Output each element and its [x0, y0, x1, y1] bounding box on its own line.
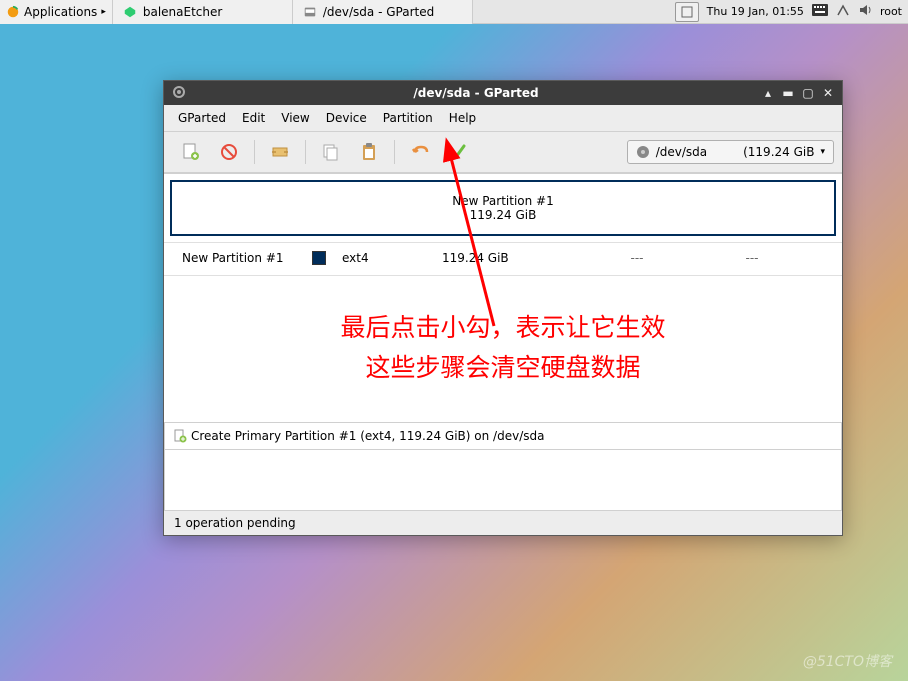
- gparted-task-icon: [303, 5, 317, 19]
- col-partition-name: New Partition #1: [182, 251, 312, 265]
- menu-device[interactable]: Device: [318, 109, 375, 127]
- forbidden-icon: [219, 142, 239, 162]
- gparted-window: /dev/sda - GParted ▴ ▬ ▢ ✕ GParted Edit …: [163, 80, 843, 536]
- chevron-right-icon: ▸: [101, 7, 106, 17]
- pending-operation[interactable]: Create Primary Partition #1 (ext4, 119.2…: [164, 422, 842, 450]
- orange-pi-icon: [6, 5, 20, 19]
- menu-partition[interactable]: Partition: [375, 109, 441, 127]
- disk-icon: [636, 145, 650, 159]
- menu-view[interactable]: View: [273, 109, 317, 127]
- taskbar-item-gparted[interactable]: /dev/sda - GParted: [293, 0, 473, 24]
- resize-button[interactable]: [261, 138, 299, 166]
- menubar: GParted Edit View Device Partition Help: [164, 105, 842, 132]
- annotation-line2: 这些步骤会清空硬盘数据: [164, 348, 842, 388]
- volume-icon[interactable]: [858, 3, 872, 20]
- new-icon: [181, 142, 201, 162]
- titlebar[interactable]: /dev/sda - GParted ▴ ▬ ▢ ✕: [164, 81, 842, 105]
- rollup-button[interactable]: ▴: [758, 83, 778, 103]
- device-selector[interactable]: /dev/sda (119.24 GiB ▾: [627, 140, 834, 164]
- delete-button[interactable]: [210, 138, 248, 166]
- content-area: 最后点击小勾，表示让它生效 这些步骤会清空硬盘数据: [164, 276, 842, 422]
- maximize-button[interactable]: ▢: [798, 83, 818, 103]
- menu-edit[interactable]: Edit: [234, 109, 273, 127]
- tray-icon-1[interactable]: [675, 2, 699, 22]
- col-free: ---: [702, 251, 802, 265]
- dropdown-arrow-icon: ▾: [820, 147, 825, 157]
- keyboard-icon[interactable]: [812, 4, 828, 19]
- device-size: (119.24 GiB: [743, 145, 814, 159]
- col-used: ---: [572, 251, 702, 265]
- add-op-icon: [173, 429, 187, 443]
- pending-op-text: Create Primary Partition #1 (ext4, 119.2…: [191, 429, 544, 443]
- network-icon[interactable]: [836, 3, 850, 20]
- taskbar-item-balena[interactable]: balenaEtcher: [113, 0, 293, 24]
- top-panel: Applications ▸ balenaEtcher /dev/sda - G…: [0, 0, 908, 24]
- pending-list-empty: [164, 450, 842, 510]
- new-partition-button[interactable]: [172, 138, 210, 166]
- applications-menu[interactable]: Applications ▸: [0, 0, 113, 24]
- minimize-button[interactable]: ▬: [778, 83, 798, 103]
- clock: Thu 19 Jan, 01:55: [707, 5, 804, 18]
- window-icon: [164, 85, 194, 102]
- applications-label: Applications: [24, 5, 97, 19]
- annotation-arrow-icon: [424, 136, 504, 336]
- watermark: @51CTO博客: [803, 651, 892, 671]
- taskbar-label: /dev/sda - GParted: [323, 5, 434, 19]
- menu-gparted[interactable]: GParted: [170, 109, 234, 127]
- close-button[interactable]: ✕: [818, 83, 838, 103]
- window-title: /dev/sda - GParted: [194, 86, 758, 100]
- resize-icon: [270, 142, 290, 162]
- copy-button[interactable]: [312, 138, 350, 166]
- paste-icon: [359, 142, 379, 162]
- menu-help[interactable]: Help: [441, 109, 484, 127]
- user-label[interactable]: root: [880, 5, 902, 18]
- paste-button[interactable]: [350, 138, 388, 166]
- device-name: /dev/sda: [656, 145, 707, 159]
- status-text: 1 operation pending: [174, 516, 296, 530]
- statusbar: 1 operation pending: [164, 510, 842, 535]
- copy-icon: [321, 142, 341, 162]
- taskbar-label: balenaEtcher: [143, 5, 222, 19]
- balena-icon: [123, 5, 137, 19]
- fs-color-icon: [312, 251, 326, 265]
